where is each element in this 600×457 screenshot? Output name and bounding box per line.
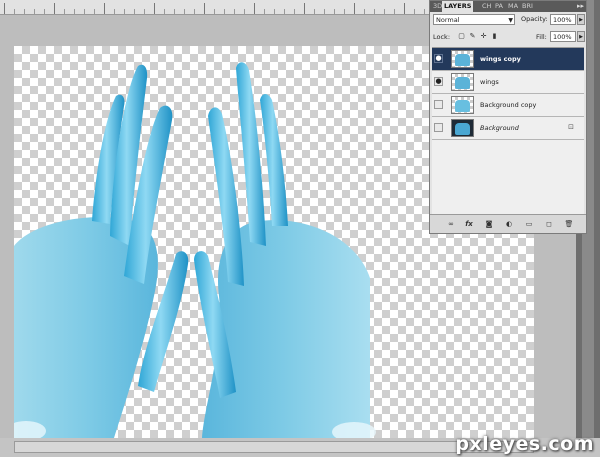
ruler-tick [64,9,65,14]
tab-masks[interactable]: MA [506,1,520,12]
ruler-tick [404,3,405,14]
ruler-tick [224,9,225,14]
ruler-tick [254,3,255,14]
ruler-tick [314,9,315,14]
ruler-tick [214,9,215,14]
eye-hidden-icon[interactable] [434,123,443,132]
ruler-tick [394,9,395,14]
layer-row-wings-copy[interactable]: ● wings copy [432,48,584,71]
ruler-tick [174,9,175,14]
watermark: pxleyes.com [455,433,594,455]
ruler-tick [334,9,335,14]
ruler-tick [234,9,235,14]
ruler-tick [364,9,365,14]
layer-name: wings [480,78,499,86]
panel-tab-bar: 3D LAYERS CH PA MA BRI ▸▸ [430,1,586,12]
opacity-label: Opacity: [521,15,548,23]
ruler-tick [184,9,185,14]
eye-icon[interactable]: ● [434,54,443,63]
ruler-tick [294,9,295,14]
eye-hidden-icon[interactable] [434,100,443,109]
ruler-tick [344,9,345,14]
ruler-tick [164,9,165,14]
ruler-tick [144,9,145,14]
chevron-down-icon: ▼ [508,17,513,24]
lock-brush-icon[interactable]: ✎ [468,32,477,41]
ruler-tick [414,9,415,14]
ruler-tick [264,9,265,14]
opacity-input[interactable]: 100% [550,14,576,25]
layer-thumbnail [451,119,474,137]
fill-arrow-button[interactable]: ▶ [577,31,585,42]
ruler-tick [204,3,205,14]
layer-thumbnail [451,73,474,91]
ruler-tick [284,9,285,14]
ruler-tick [84,9,85,14]
ruler-tick [244,9,245,14]
right-finger-1 [260,94,288,226]
ruler-tick [104,3,105,14]
blend-row: Normal ▼ Opacity: 100% ▶ [433,14,585,27]
ruler-tick [34,9,35,14]
right-finger-2 [236,62,266,246]
blend-mode-select[interactable]: Normal ▼ [433,14,515,25]
ruler-tick [354,3,355,14]
trash-icon[interactable]: 🗑 [564,219,574,229]
layer-name: wings copy [480,55,521,63]
tab-brushes[interactable]: BRI [520,1,535,12]
ruler-tick [324,9,325,14]
lock-label: Lock: [433,33,451,41]
lock-transparency-icon[interactable]: ▢ [457,32,466,41]
layer-row-background-copy[interactable]: Background copy [432,94,584,117]
ruler-tick [54,3,55,14]
ruler-tick [374,9,375,14]
layer-thumbnail [451,96,474,114]
ruler-tick [114,9,115,14]
ruler-tick [154,3,155,14]
tab-paths[interactable]: PA [493,1,505,12]
fx-icon[interactable]: fx [464,219,474,229]
link-icon[interactable]: ∞ [446,219,456,229]
folder-icon[interactable]: ▭ [524,219,534,229]
ruler-tick [424,9,425,14]
new-layer-icon[interactable]: ◻ [544,219,554,229]
layers-panel-toolbar: ∞ fx ◙ ◐ ▭ ◻ 🗑 [430,214,586,233]
tab-channels[interactable]: CH [480,1,493,12]
panel-menu-icon[interactable]: ▸▸ [577,1,584,12]
ruler-tick [134,9,135,14]
lock-icon: ⊡ [568,123,574,131]
blend-mode-value: Normal [436,16,460,24]
ruler-tick [74,9,75,14]
ruler-tick [44,9,45,14]
fill-label: Fill: [536,33,547,41]
ruler-tick [4,3,5,14]
layer-row-background[interactable]: Background ⊡ [432,117,584,140]
lock-move-icon[interactable]: ✛ [479,32,488,41]
layers-panel[interactable]: 3D LAYERS CH PA MA BRI ▸▸ Normal ▼ Opaci… [429,0,587,234]
layer-thumbnail [451,50,474,68]
top-ruler [0,0,430,15]
eye-icon[interactable]: ● [434,77,443,86]
adjustment-icon[interactable]: ◐ [504,219,514,229]
layer-name: Background [480,124,519,132]
ruler-tick [274,9,275,14]
lock-row: Lock: ▢ ✎ ✛ ▮ Fill: 100% ▶ [433,31,585,44]
tab-layers[interactable]: LAYERS [442,1,474,12]
ruler-tick [304,3,305,14]
ruler-tick [124,9,125,14]
layer-list: ● wings copy ● wings Background copy Bac… [432,47,584,216]
ruler-tick [194,9,195,14]
layer-name: Background copy [480,101,537,109]
ruler-tick [14,9,15,14]
fill-input[interactable]: 100% [550,31,576,42]
lock-all-icon[interactable]: ▮ [490,32,499,41]
ruler-tick [24,9,25,14]
layer-row-wings[interactable]: ● wings [432,71,584,94]
ruler-tick [384,9,385,14]
mask-icon[interactable]: ◙ [484,219,494,229]
opacity-arrow-button[interactable]: ▶ [577,14,585,25]
ruler-tick [94,9,95,14]
